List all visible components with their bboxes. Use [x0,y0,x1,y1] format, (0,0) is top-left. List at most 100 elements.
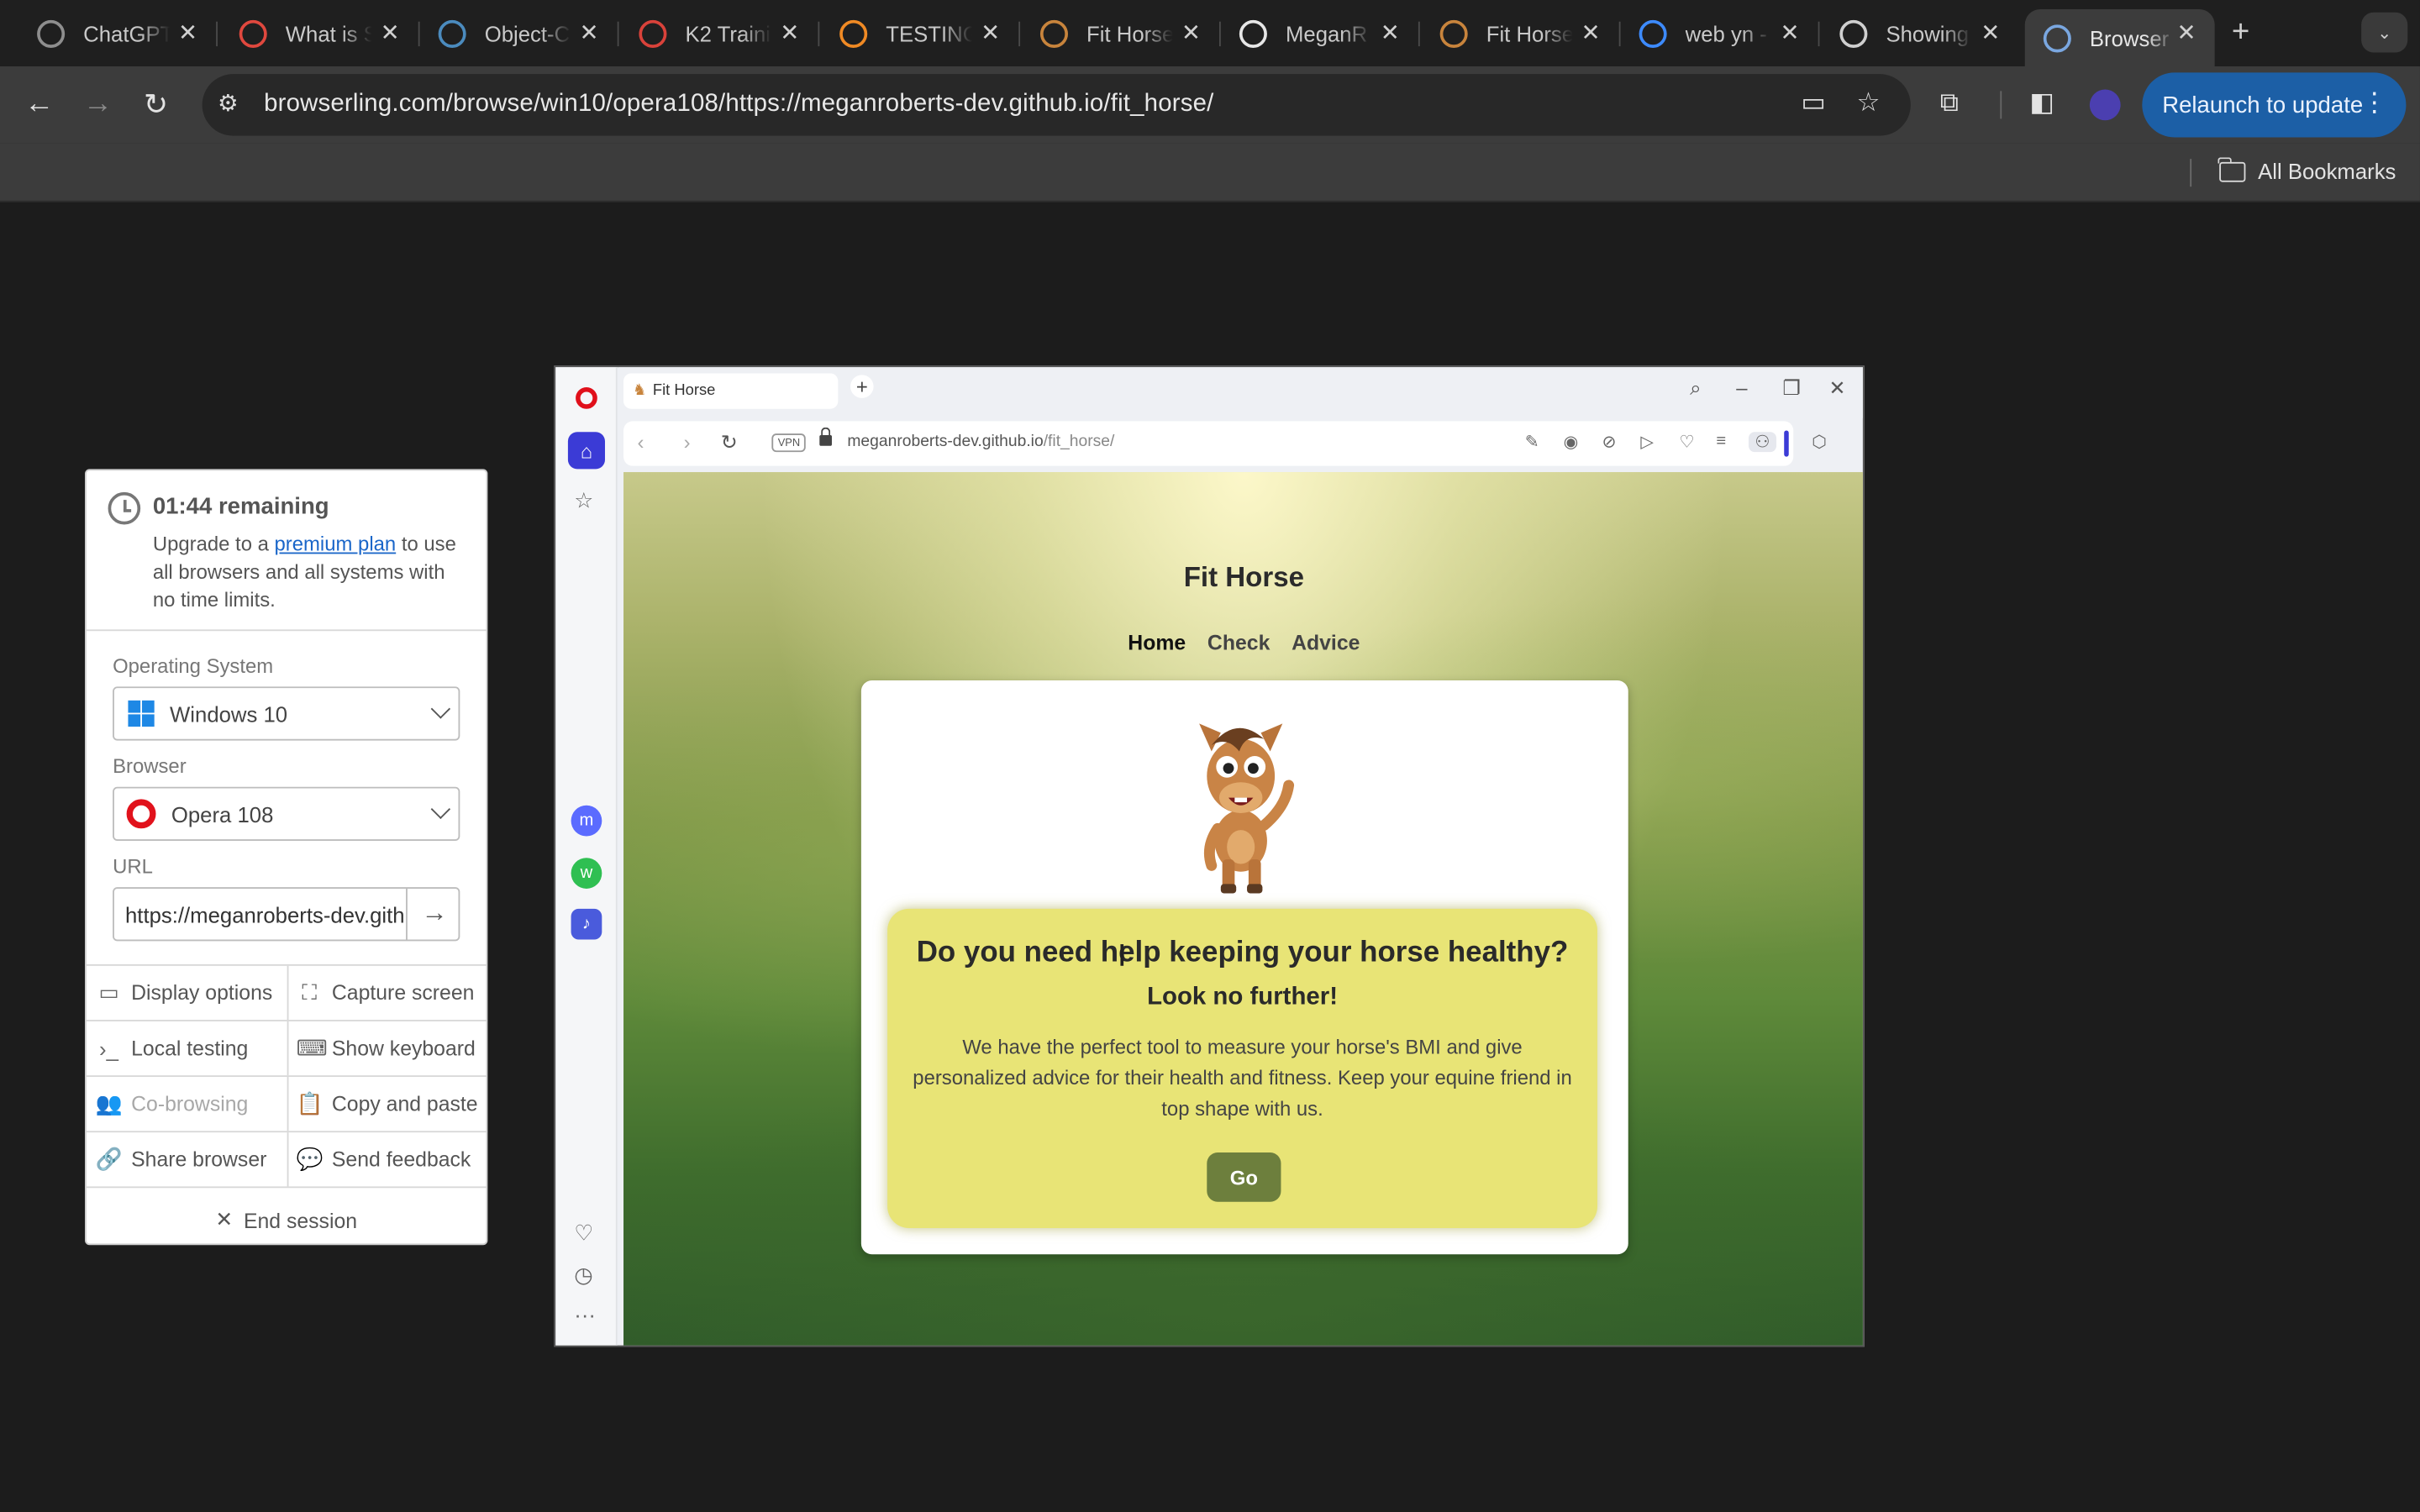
browser-tab[interactable]: What is S ✕ [221,9,420,57]
forward-button[interactable]: → [83,88,113,122]
nav-home[interactable]: Home [1128,631,1186,654]
premium-plan-link[interactable]: premium plan [275,533,397,556]
close-window-icon[interactable]: ✕ [1828,376,1845,401]
player-icon[interactable]: ▷ [1640,432,1654,452]
remote-browser-window[interactable]: ⌂ ☆ m w ♪ ♡ ◷ ··· ♞ Fit Horse + ⌕ – ❐ ✕ … [554,365,1865,1347]
address-text[interactable]: browserling.com/browse/win10/opera108/ht… [264,91,1213,118]
opera-logo-icon[interactable] [576,387,597,409]
windows-icon [128,700,155,727]
local-testing-button[interactable]: ›_ Local testing [96,1021,284,1075]
side-panel-icon[interactable]: ◧ [2029,88,2054,119]
easy-setup-icon[interactable]: ≡ [1716,432,1726,450]
close-tab-icon[interactable]: ✕ [981,18,1000,46]
tab-title: K2 Traini [685,20,771,46]
site-settings-icon[interactable]: ⚙ [218,90,239,117]
camera-icon[interactable]: ◉ [1564,432,1579,452]
clipboard-icon[interactable]: ▭ [1801,88,1826,119]
edit-icon[interactable]: ✎ [1525,432,1539,452]
close-tab-icon[interactable]: ✕ [1581,18,1601,46]
all-bookmarks-label: All Bookmarks [2258,159,2396,184]
menu-dots-icon[interactable]: ⋮ [2361,88,2387,119]
site-nav: Home Check Advice [623,631,1863,654]
reload-button[interactable]: ↻ [144,88,168,123]
home-icon[interactable]: ⌂ [567,432,605,470]
browser-tab[interactable]: MeganR ✕ [1221,9,1420,57]
tab-strip: ChatGPT ✕ What is S ✕ Object-C ✕ K2 Traini ✕ TES… [0,0,2420,66]
nav-advice[interactable]: Advice [1292,631,1360,654]
close-tab-icon[interactable]: ✕ [2177,18,2196,46]
whatsapp-icon[interactable]: w [571,858,602,889]
profile-avatar[interactable] [2089,89,2121,121]
opera-address-bar[interactable]: ‹ › ↻ VPN meganroberts-dev.github.io/fit… [623,421,1827,466]
show-keyboard-button[interactable]: ⌨ Show keyboard [287,1021,485,1076]
address-bar[interactable]: ⚙ browserling.com/browse/win10/opera108/… [202,74,1911,136]
cube-icon[interactable]: ⬡ [1812,432,1827,452]
profile-icon[interactable]: ⚇ [1748,432,1776,453]
share-browser-button[interactable]: 🔗 Share browser [96,1132,284,1186]
vpn-badge[interactable]: VPN [771,433,807,453]
search-icon[interactable]: ⌕ [1690,376,1701,401]
history-icon[interactable]: ◷ [574,1262,592,1288]
browser-tab[interactable]: ChatGPT ✕ [18,9,218,57]
close-tab-icon[interactable]: ✕ [780,18,799,46]
browser-tab[interactable]: Browser ✕ [2024,9,2215,66]
tab-separator [1818,21,1820,47]
more-icon[interactable]: ··· [574,1302,596,1326]
co-browsing-label: Co-browsing [131,1092,249,1116]
clock-icon [108,491,141,525]
all-bookmarks-button[interactable]: All Bookmarks [2218,156,2396,184]
end-session-button[interactable]: ✕ End session [87,1195,487,1245]
tab-search-button[interactable]: ⌄ [2361,12,2408,53]
opera-new-tab-button[interactable]: + [850,375,874,398]
minimize-icon[interactable]: – [1736,376,1747,400]
music-icon[interactable]: ♪ [571,908,602,940]
capture-screen-button[interactable]: ⛶ Capture screen [287,965,485,1021]
messenger-icon[interactable]: m [571,805,602,837]
browser-tab[interactable]: Object-C ✕ [420,9,619,57]
nav-check[interactable]: Check [1207,631,1270,654]
star-icon[interactable]: ☆ [574,487,593,513]
restore-icon[interactable]: ❐ [1782,376,1800,401]
close-tab-icon[interactable]: ✕ [1381,18,1400,46]
browser-tab[interactable]: Fit Horse ✕ [1422,9,1621,57]
close-tab-icon[interactable]: ✕ [1181,18,1201,46]
back-button[interactable]: ← [24,88,54,122]
go-button[interactable]: Go [1207,1152,1281,1202]
lock-icon [819,427,832,446]
close-tab-icon[interactable]: ✕ [580,18,599,46]
close-tab-icon[interactable]: ✕ [1780,18,1799,46]
relaunch-button[interactable]: Relaunch to update ⋮ [2142,72,2407,138]
extensions-icon[interactable]: ⧉ [1940,88,1959,119]
opera-reload-icon[interactable]: ↻ [721,430,738,454]
browser-tab[interactable]: web yn - ✕ [1621,9,1820,57]
close-tab-icon[interactable]: ✕ [178,18,197,46]
browser-tab[interactable]: TESTING ✕ [821,9,1021,57]
close-tab-icon[interactable]: ✕ [381,18,400,46]
copy-paste-button[interactable]: 📋 Copy and paste [287,1077,485,1131]
bookmark-star-icon[interactable]: ☆ [1857,88,1881,119]
os-select[interactable]: Windows 10 [113,686,460,741]
bookmarks-bar: All Bookmarks [0,143,2420,202]
send-feedback-button[interactable]: 💬 Send feedback [287,1132,485,1187]
opera-back-icon[interactable]: ‹ [638,430,644,454]
new-tab-button[interactable]: + [2232,15,2249,50]
end-session-label: End session [243,1209,358,1232]
go-arrow-icon[interactable]: → [421,898,447,929]
opera-url[interactable]: meganroberts-dev.github.io/fit_horse/ [847,432,1114,450]
heart-icon[interactable]: ♡ [1679,432,1694,452]
opera-tab[interactable]: ♞ Fit Horse [623,373,839,409]
browser-select[interactable]: Opera 108 [113,786,460,842]
opera-forward-icon[interactable]: › [684,430,691,454]
adblock-icon[interactable]: ⊘ [1602,432,1616,452]
browser-toolbar: ← → ↻ ⚙ browserling.com/browse/win10/ope… [0,66,2420,144]
display-options-button[interactable]: ▭ Display options [96,966,284,1020]
browser-tab[interactable]: Showing ✕ [1821,9,2018,57]
opera-tab-bar: ♞ Fit Horse + ⌕ – ❐ ✕ [618,367,1863,418]
close-tab-icon[interactable]: ✕ [1981,18,2000,46]
url-input[interactable] [113,888,408,940]
browser-tab[interactable]: Fit Horse ✕ [1022,9,1221,57]
co-browsing-button[interactable]: 👥 Co-browsing [96,1077,284,1131]
heart-icon[interactable]: ♡ [574,1221,593,1247]
hero-headline: Do you need help keeping your horse heal… [916,936,1569,969]
browser-tab[interactable]: K2 Traini ✕ [620,9,820,57]
